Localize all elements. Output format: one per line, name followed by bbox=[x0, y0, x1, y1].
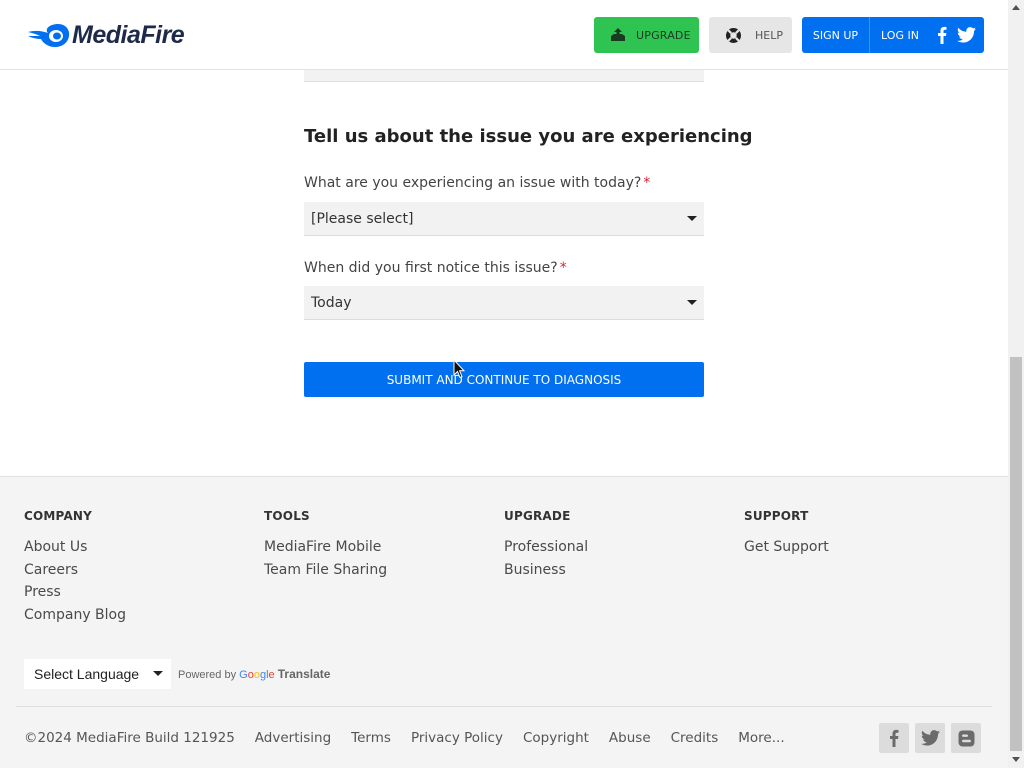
footer-link-abuse[interactable]: Abuse bbox=[609, 730, 651, 746]
footer-col-company: COMPANY About Us Careers Press Company B… bbox=[24, 509, 126, 627]
footer-link-team-file-sharing[interactable]: Team File Sharing bbox=[264, 559, 387, 582]
footer-link-credits[interactable]: Credits bbox=[671, 730, 719, 746]
powered-by-text: Powered by bbox=[178, 669, 237, 681]
scroll-up-arrow-icon[interactable] bbox=[1012, 5, 1020, 10]
scroll-down-arrow-icon[interactable] bbox=[1012, 757, 1020, 762]
issue-type-label: What are you experiencing an issue with … bbox=[304, 175, 650, 191]
mediafire-logo[interactable]: MediaFire bbox=[26, 19, 185, 51]
footer-link-advertising[interactable]: Advertising bbox=[255, 730, 331, 746]
footer-col-support: SUPPORT Get Support bbox=[744, 509, 829, 559]
first-noticed-select[interactable]: Today bbox=[304, 286, 704, 320]
lifebuoy-icon bbox=[726, 27, 741, 43]
section-title: Tell us about the issue you are experien… bbox=[304, 126, 753, 147]
footer-link-about-us[interactable]: About Us bbox=[24, 536, 126, 559]
upgrade-label: UPGRADE bbox=[636, 28, 691, 42]
upgrade-button[interactable]: UPGRADE bbox=[594, 17, 699, 53]
first-noticed-label: When did you first notice this issue? * bbox=[304, 260, 567, 276]
mouse-cursor-icon bbox=[453, 359, 465, 379]
footer-divider bbox=[16, 706, 992, 707]
issue-type-value: [Please select] bbox=[311, 210, 414, 227]
footer-link-careers[interactable]: Careers bbox=[24, 559, 126, 582]
blogger-social-button[interactable] bbox=[951, 723, 981, 753]
caret-down-icon bbox=[687, 300, 697, 305]
footer-heading: UPGRADE bbox=[504, 509, 571, 523]
logo-text: MediaFire bbox=[72, 20, 185, 49]
twitter-icon bbox=[956, 27, 976, 43]
scrollbar-thumb[interactable] bbox=[1010, 357, 1022, 751]
previous-field-bottom[interactable] bbox=[304, 70, 704, 82]
footer-link-business[interactable]: Business bbox=[504, 559, 588, 582]
language-select-value: Select Language bbox=[34, 666, 140, 682]
facebook-login-button[interactable] bbox=[930, 17, 954, 53]
footer-link-get-support[interactable]: Get Support bbox=[744, 536, 829, 559]
language-select[interactable]: Select Language bbox=[24, 659, 171, 689]
footer-link-privacy-policy[interactable]: Privacy Policy bbox=[411, 730, 503, 746]
site-header: MediaFire UPGRADE HELP SIGN UP LOG IN bbox=[0, 0, 1008, 70]
caret-down-icon bbox=[153, 671, 163, 676]
footer-col-tools: TOOLS MediaFire Mobile Team File Sharing bbox=[264, 509, 387, 581]
footer-col-upgrade: UPGRADE Professional Business bbox=[504, 509, 588, 581]
footer-heading: TOOLS bbox=[264, 509, 310, 523]
twitter-icon bbox=[920, 730, 940, 746]
footer-link-copyright[interactable]: Copyright bbox=[523, 730, 589, 746]
copyright-text: ©2024 MediaFire Build 121925 bbox=[24, 730, 235, 746]
caret-down-icon bbox=[687, 216, 697, 221]
footer-link-professional[interactable]: Professional bbox=[504, 536, 588, 559]
footer-link-terms[interactable]: Terms bbox=[351, 730, 391, 746]
upgrade-icon bbox=[611, 28, 625, 41]
powered-by-google-translate[interactable]: Powered by Google Translate bbox=[178, 667, 330, 681]
footer-link-more[interactable]: More... bbox=[738, 730, 784, 746]
auth-bar: SIGN UP LOG IN bbox=[802, 17, 984, 53]
sign-up-button[interactable]: SIGN UP bbox=[802, 17, 870, 53]
log-in-button[interactable]: LOG IN bbox=[870, 17, 930, 53]
issue-type-select[interactable]: [Please select] bbox=[304, 202, 704, 236]
first-noticed-value: Today bbox=[311, 294, 352, 311]
required-marker: * bbox=[643, 175, 651, 191]
footer-link-press[interactable]: Press bbox=[24, 581, 126, 604]
issue-type-label-text: What are you experiencing an issue with … bbox=[304, 175, 642, 191]
twitter-social-button[interactable] bbox=[915, 723, 945, 753]
footer-link-mediafire-mobile[interactable]: MediaFire Mobile bbox=[264, 536, 387, 559]
twitter-login-button[interactable] bbox=[954, 17, 978, 53]
required-marker: * bbox=[559, 260, 567, 276]
submit-diagnosis-button[interactable]: SUBMIT AND CONTINUE TO DIAGNOSIS bbox=[304, 362, 704, 397]
footer-heading: SUPPORT bbox=[744, 509, 809, 523]
mediafire-logo-icon bbox=[28, 24, 70, 47]
first-noticed-label-text: When did you first notice this issue? bbox=[304, 260, 558, 276]
footer-link-company-blog[interactable]: Company Blog bbox=[24, 604, 126, 627]
google-wordmark: Google bbox=[239, 669, 275, 681]
blogger-icon bbox=[958, 730, 974, 746]
footer-bottom-links: ©2024 MediaFire Build 121925 Advertising… bbox=[24, 730, 805, 746]
site-footer: COMPANY About Us Careers Press Company B… bbox=[0, 476, 1008, 768]
help-label: HELP bbox=[755, 28, 783, 42]
translate-text: Translate bbox=[277, 667, 331, 681]
footer-heading: COMPANY bbox=[24, 509, 93, 523]
help-button[interactable]: HELP bbox=[709, 17, 792, 53]
facebook-icon bbox=[938, 26, 947, 44]
facebook-icon bbox=[890, 729, 899, 747]
facebook-social-button[interactable] bbox=[879, 723, 909, 753]
page-scrollbar[interactable] bbox=[1008, 0, 1024, 768]
